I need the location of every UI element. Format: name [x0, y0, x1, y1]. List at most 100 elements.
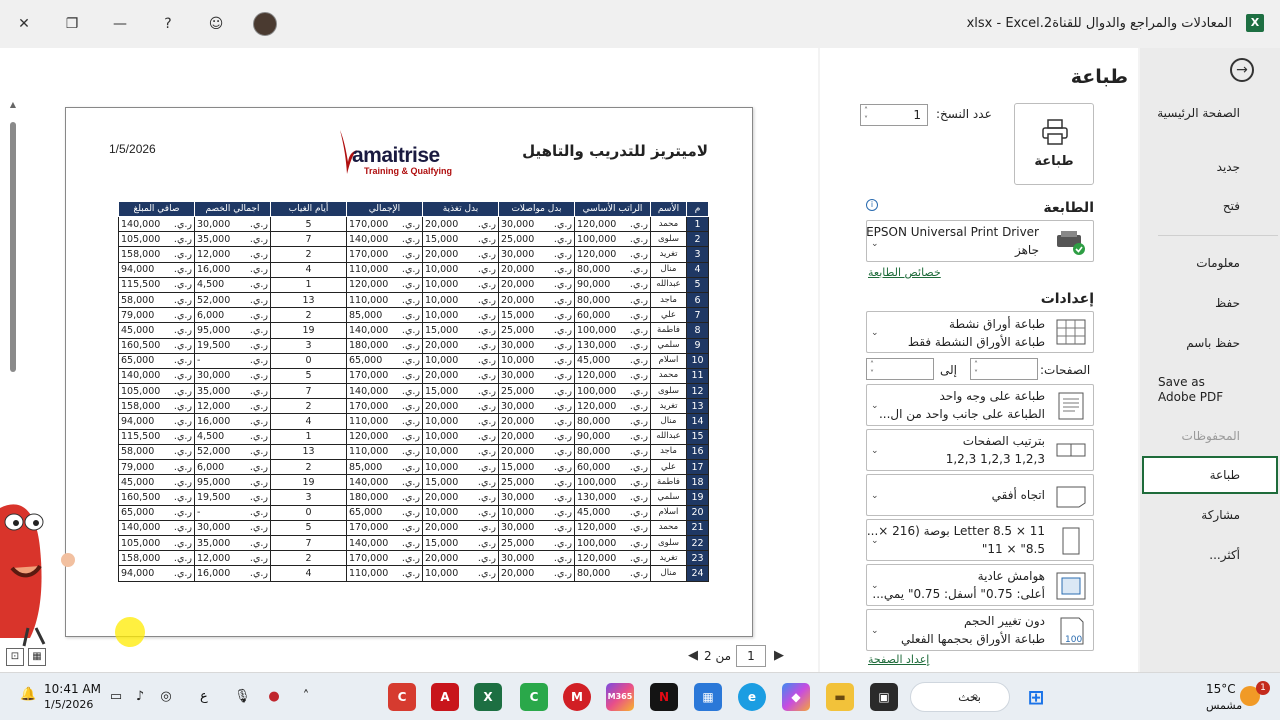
collate-dropdown[interactable]: ⌄ بترتيب الصفحات 1,2,3 1,2,3 1,2,3 [866, 429, 1094, 471]
table-cell: ر.ي. 90,000 [574, 276, 651, 293]
clock-time[interactable]: 10:41 AM [44, 682, 101, 696]
page-setup-link[interactable]: إعداد الصفحة [868, 653, 929, 666]
backstage-nav: → الصفحة الرئيسية جديد فتح معلومات حفظ ح… [1140, 48, 1280, 676]
company-logo: amaitrise Training & Qualfying [338, 126, 483, 178]
table-cell: ر.ي. 110,000 [346, 291, 423, 309]
nav-share[interactable]: مشاركة [1201, 508, 1240, 523]
margins-dropdown[interactable]: ⌄ هوامش عادية أعلى: 0.75" أسفل: 0.75" يم… [866, 564, 1094, 606]
notification-icon[interactable]: 🔔 [20, 687, 36, 702]
cell-value: 10,000 [425, 309, 459, 321]
printer-properties-link[interactable]: خصائص الطابعة [868, 266, 941, 279]
currency-label: ر.ي. [173, 340, 192, 352]
nav-home[interactable]: الصفحة الرئيسية [1157, 106, 1240, 121]
store-icon[interactable]: ▦ [694, 683, 722, 711]
nav-new[interactable]: جديد [1217, 160, 1240, 175]
info-icon[interactable]: i [866, 199, 878, 211]
currency-label: ر.ي. [401, 491, 420, 503]
nav-save[interactable]: حفظ [1215, 296, 1240, 311]
spinner-icon[interactable]: ˄ ˅ [864, 106, 868, 124]
weather-condition[interactable]: مشمس [1206, 699, 1242, 712]
clock-date[interactable]: 1/5/2026 [44, 698, 93, 711]
table-cell: ر.ي. 30,000 [498, 550, 575, 567]
spinner-icon[interactable]: ˄ ˅ [974, 360, 978, 378]
cell-value: 20,000 [501, 279, 535, 291]
table-cell: ر.ي. 80,000 [574, 565, 651, 582]
cell-value: 120,000 [577, 218, 617, 230]
back-arrow-icon[interactable]: → [1230, 58, 1254, 82]
battery-icon[interactable]: ▭ [108, 689, 124, 704]
scroll-up-icon[interactable]: ▲ [8, 100, 18, 109]
camtasia-icon[interactable]: C [388, 683, 416, 711]
print-button[interactable]: طباعة [1014, 103, 1094, 185]
nav-open[interactable]: فتح [1223, 199, 1240, 214]
mcafee-icon[interactable]: M [563, 683, 591, 711]
microphone-icon[interactable]: 🎙 [234, 689, 251, 704]
pages-to-input[interactable]: ˄ ˅ [866, 358, 934, 380]
currency-label: ر.ي. [173, 248, 192, 260]
printer-dropdown[interactable]: ⌄ EPSON Universal Print Driver جاهز [866, 220, 1094, 262]
network-icon[interactable]: ◎ [158, 689, 174, 704]
currency-label: ر.ي. [401, 537, 420, 549]
file-explorer-icon[interactable]: ▬ [826, 683, 854, 711]
currency-label: ر.ي. [477, 567, 496, 579]
table-row: 6 ماجد ر.ي. 80,000 ر.ي. 20,000 ر.ي. 10,000 ر.ي. 1… [118, 291, 709, 309]
nav-print[interactable]: طباعة [1210, 468, 1240, 483]
nav-save-adobe-pdf[interactable]: Save as Adobe PDF [1158, 375, 1238, 405]
excel-taskbar-icon[interactable]: X [474, 683, 502, 711]
edge-icon[interactable]: e [738, 683, 766, 711]
currency-label: ر.ي. [249, 385, 268, 397]
scrollbar-thumb[interactable] [10, 122, 16, 372]
copies-input[interactable]: ˄ ˅ 1 [860, 104, 928, 126]
netflix-icon[interactable]: N [650, 683, 678, 711]
table-row: 13 تغريد ر.ي. 120,000 ر.ي. 30,000 ر.ي. 20,000 ر.… [118, 398, 709, 415]
next-page-icon[interactable]: ▶ [774, 648, 784, 663]
cell-value: 140,000 [349, 233, 389, 245]
currency-label: ر.ي. [173, 537, 192, 549]
cell-value: 15,000 [425, 233, 459, 245]
microsoft-365-icon[interactable]: M365 [606, 683, 634, 711]
nav-info[interactable]: معلومات [1196, 256, 1240, 271]
currency-label: ر.ي. [553, 385, 572, 397]
restore-icon[interactable]: ❐ [60, 12, 84, 36]
acrobat-icon[interactable]: A [431, 683, 459, 711]
sides-dropdown[interactable]: ⌄ طباعة على وجه واحد الطباعة على جانب وا… [866, 384, 1094, 426]
paper-size-dropdown[interactable]: ⌄ Letter 8.5 × 11 بوصة (216 ×... 8.5" × … [866, 519, 1094, 561]
table-cell: ر.ي. 120,000 [346, 276, 423, 293]
nav-save-as[interactable]: حفظ باسم [1186, 336, 1240, 351]
scaling-dropdown[interactable]: ⌄ دون تغيير الحجم طباعة الأوراق بحجمها ا… [866, 609, 1094, 651]
currency-label: ر.ي. [629, 370, 648, 382]
zoom-to-page-icon[interactable]: ▦ [28, 648, 46, 666]
close-icon[interactable]: ✕ [12, 12, 36, 36]
copilot-icon[interactable]: ◆ [782, 683, 810, 711]
windows-start-icon[interactable]: ⊞ [1022, 683, 1050, 711]
orientation-dropdown[interactable]: ⌄ اتجاه أفقي [866, 474, 1094, 516]
help-icon[interactable]: ? [156, 12, 180, 36]
table-cell: ر.ي. 158,000 [118, 246, 195, 263]
minimize-icon[interactable]: — [108, 12, 132, 36]
table-cell: ر.ي. 170,000 [346, 519, 423, 536]
print-scope-dropdown[interactable]: ⌄ طباعة أوراق نشطة طباعة الأوراق النشطة … [866, 311, 1094, 353]
volume-icon[interactable]: ♪ [132, 689, 148, 704]
taskbar-search[interactable]: ⌕ بحث [910, 682, 1010, 712]
camtasia-green-icon[interactable]: C [520, 683, 548, 711]
currency-label: ر.ي. [553, 400, 572, 412]
pages-from-input[interactable]: ˄ ˅ [970, 358, 1038, 380]
show-margins-icon[interactable]: ⊡ [6, 648, 24, 666]
feedback-icon[interactable]: ☺ [204, 12, 228, 36]
current-page-input[interactable]: 1 [736, 645, 766, 667]
show-hidden-icons-chevron-up-icon[interactable]: ˄ [298, 689, 314, 704]
avatar[interactable] [253, 12, 277, 36]
recorder-icon[interactable]: ● [266, 689, 282, 704]
table-cell: ر.ي. 35,000 [194, 231, 271, 248]
table-cell: ر.ي. 170,000 [346, 246, 423, 263]
table-cell: 4 [270, 261, 347, 278]
prev-page-icon[interactable]: ◀ [688, 648, 698, 663]
nav-more[interactable]: أكثر... [1209, 548, 1240, 563]
spinner-icon[interactable]: ˄ ˅ [870, 360, 874, 378]
currency-label: ر.ي. [173, 507, 192, 519]
terminal-icon[interactable]: ▣ [870, 683, 898, 711]
input-language[interactable]: ع [200, 689, 208, 704]
weather-temp[interactable]: 15°C [1206, 682, 1236, 696]
cell-value: 100,000 [577, 233, 617, 245]
table-body: 1 محمد ر.ي. 120,000 ر.ي. 30,000 ر.ي. 20,000 ر.ي.… [118, 215, 709, 582]
